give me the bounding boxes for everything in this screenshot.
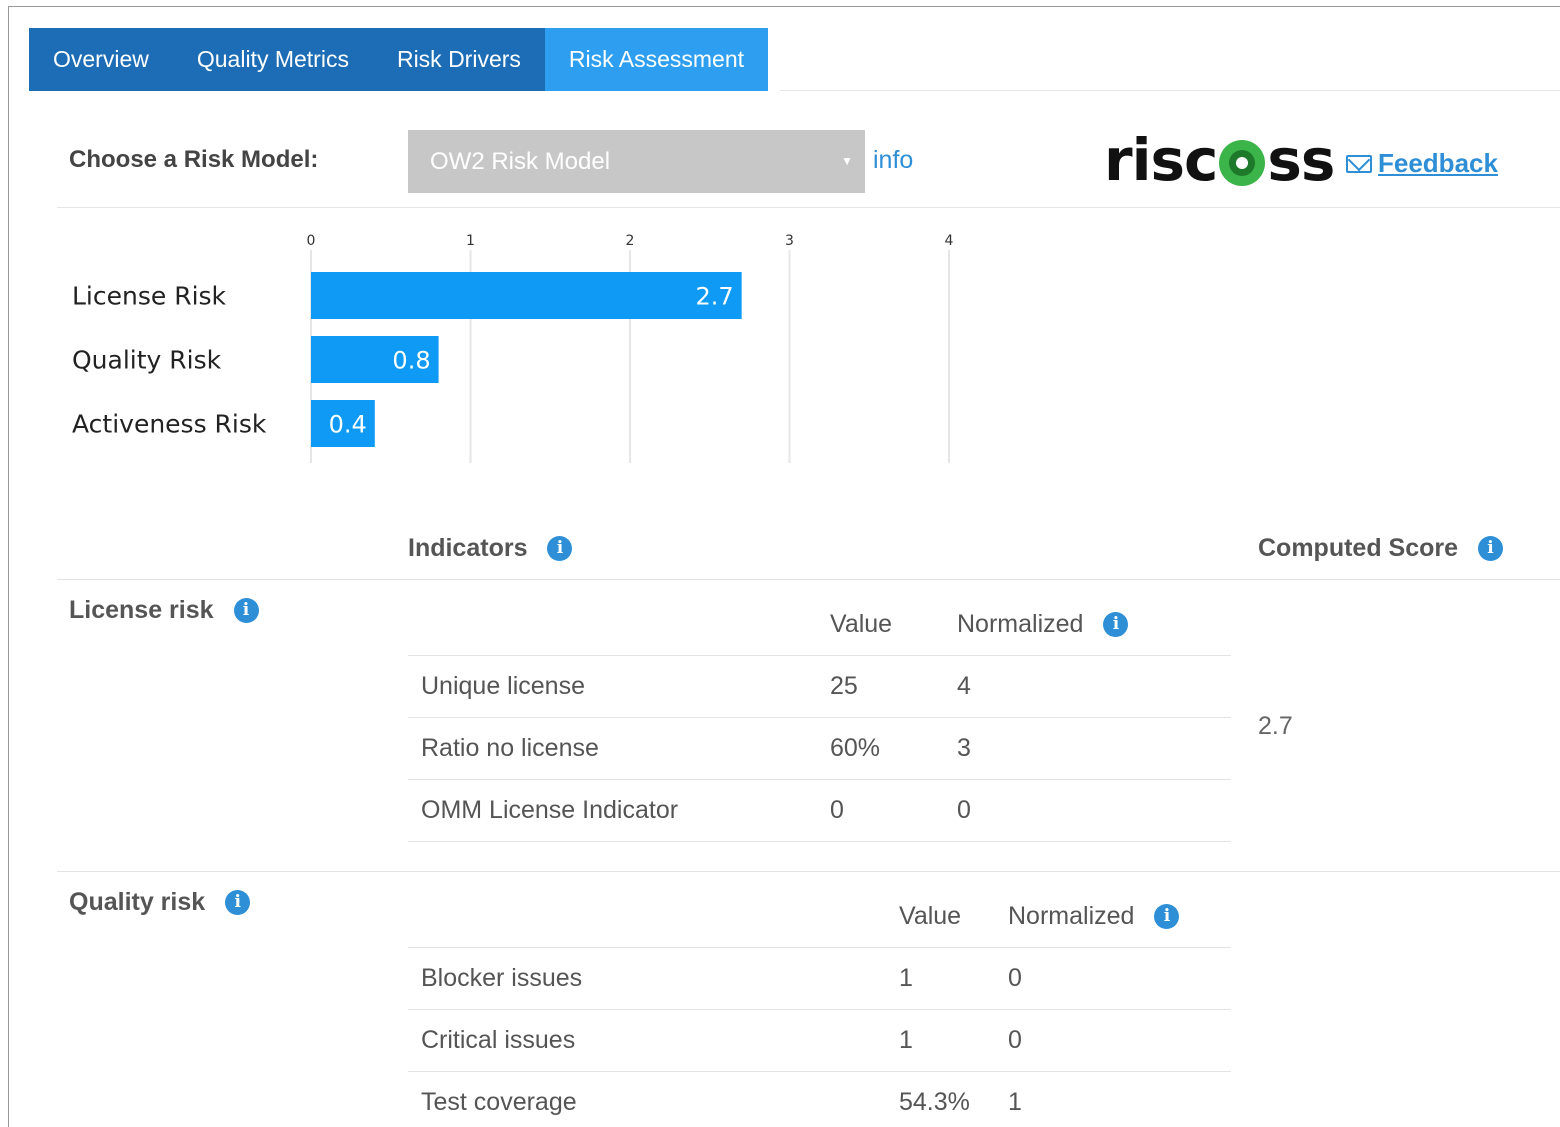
risk-model-label: Choose a Risk Model: bbox=[69, 146, 319, 173]
info-icon[interactable]: i bbox=[233, 598, 259, 623]
indicator-name: OMM License Indicator bbox=[421, 796, 679, 824]
info-icon[interactable]: i bbox=[547, 536, 573, 561]
bar-value-label: 0.4 bbox=[329, 411, 367, 439]
main-tabs: Overview Quality Metrics Risk Drivers Ri… bbox=[29, 28, 769, 91]
table-row-divider bbox=[408, 717, 1231, 718]
info-icon[interactable]: i bbox=[225, 890, 251, 915]
tab-divider bbox=[780, 90, 1560, 91]
normalized-header-label: Normalized bbox=[957, 610, 1084, 638]
indicator-value: 54.3% bbox=[899, 1088, 970, 1116]
tab-quality-metrics[interactable]: Quality Metrics bbox=[172, 28, 373, 91]
indicator-normalized: 3 bbox=[957, 734, 971, 762]
feedback-control[interactable]: Feedback bbox=[1346, 148, 1498, 179]
x-tick-label: 0 bbox=[307, 233, 316, 249]
info-icon[interactable]: i bbox=[1478, 536, 1504, 561]
risk-model-selected-value: OW2 Risk Model bbox=[430, 148, 611, 175]
logo-o-icon bbox=[1219, 140, 1266, 186]
logo-text-left: risc bbox=[1104, 126, 1218, 194]
x-tick-label: 2 bbox=[626, 233, 635, 249]
indicators-header: Indicators i bbox=[408, 534, 573, 563]
license-risk-section-title: License risk i bbox=[69, 596, 259, 625]
value-column-header: Value bbox=[899, 902, 962, 930]
normalized-header-label: Normalized bbox=[1008, 902, 1135, 930]
indicator-normalized: 4 bbox=[957, 672, 971, 700]
envelope-icon bbox=[1346, 154, 1372, 173]
table-row-divider bbox=[408, 1009, 1231, 1010]
indicator-value: 60% bbox=[830, 734, 881, 762]
indicator-value: 0 bbox=[830, 796, 844, 824]
computed-score-title: Computed Score bbox=[1258, 534, 1459, 562]
risk-bar-chart-svg: 0 1 2 3 4 License Risk 2.7 Quality Risk 0.8 Activ… bbox=[72, 233, 954, 463]
computed-score-header: Computed Score i bbox=[1258, 534, 1504, 563]
tab-risk-drivers[interactable]: Risk Drivers bbox=[372, 28, 545, 91]
indicator-normalized: 1 bbox=[1008, 1088, 1022, 1116]
indicator-normalized: 0 bbox=[1008, 1026, 1022, 1054]
section-divider bbox=[57, 871, 1560, 872]
table-divider bbox=[408, 655, 1231, 656]
license-risk-computed-score: 2.7 bbox=[1258, 712, 1293, 740]
bar-category-label: Quality Risk bbox=[72, 346, 222, 375]
feedback-link[interactable]: Feedback bbox=[1378, 148, 1498, 179]
info-icon[interactable]: i bbox=[1154, 904, 1180, 929]
bar-value-label: 2.7 bbox=[695, 283, 733, 311]
chart-bar bbox=[311, 272, 742, 319]
indicator-name: Unique license bbox=[421, 672, 585, 700]
table-row-divider bbox=[408, 779, 1231, 780]
x-tick-label: 4 bbox=[945, 233, 954, 249]
indicator-name: Critical issues bbox=[421, 1026, 576, 1054]
section-divider bbox=[57, 579, 1560, 580]
indicator-normalized: 0 bbox=[1008, 964, 1022, 992]
normalized-column-header: Normalized i bbox=[1008, 902, 1180, 931]
tab-overview[interactable]: Overview bbox=[29, 28, 173, 91]
normalized-column-header: Normalized i bbox=[957, 610, 1129, 639]
bar-category-label: License Risk bbox=[72, 282, 227, 311]
bar-value-label: 0.8 bbox=[392, 347, 430, 375]
risk-model-select[interactable]: OW2 Risk Model ▼ bbox=[408, 130, 865, 193]
riscoss-logo: risc ss bbox=[1104, 126, 1335, 194]
tab-risk-assessment[interactable]: Risk Assessment bbox=[544, 28, 769, 91]
table-divider bbox=[408, 947, 1231, 948]
quality-risk-label: Quality risk bbox=[69, 888, 206, 916]
info-icon[interactable]: i bbox=[1103, 612, 1129, 637]
dropdown-caret-icon: ▼ bbox=[841, 154, 853, 168]
model-info-link[interactable]: info bbox=[873, 146, 913, 175]
x-tick-label: 1 bbox=[466, 233, 475, 249]
bar-category-label: Activeness Risk bbox=[72, 410, 267, 439]
indicator-name: Blocker issues bbox=[421, 964, 583, 992]
indicator-value: 1 bbox=[899, 964, 913, 992]
indicator-normalized: 0 bbox=[957, 796, 971, 824]
indicators-title: Indicators bbox=[408, 534, 528, 562]
x-tick-label: 3 bbox=[785, 233, 794, 249]
value-column-header: Value bbox=[830, 610, 893, 638]
logo-text-right: ss bbox=[1267, 126, 1335, 194]
indicator-value: 1 bbox=[899, 1026, 913, 1054]
quality-risk-section-title: Quality risk i bbox=[69, 888, 251, 917]
risk-bar-chart: 0 1 2 3 4 License Risk 2.7 Quality Risk 0.8 Activ… bbox=[0, 220, 1000, 475]
table-row-divider bbox=[408, 841, 1231, 842]
license-risk-label: License risk bbox=[69, 596, 214, 624]
indicator-name: Ratio no license bbox=[421, 734, 599, 762]
indicator-value: 25 bbox=[830, 672, 858, 700]
table-row-divider bbox=[408, 1071, 1231, 1072]
indicator-name: Test coverage bbox=[421, 1088, 577, 1116]
header-divider bbox=[57, 207, 1560, 208]
